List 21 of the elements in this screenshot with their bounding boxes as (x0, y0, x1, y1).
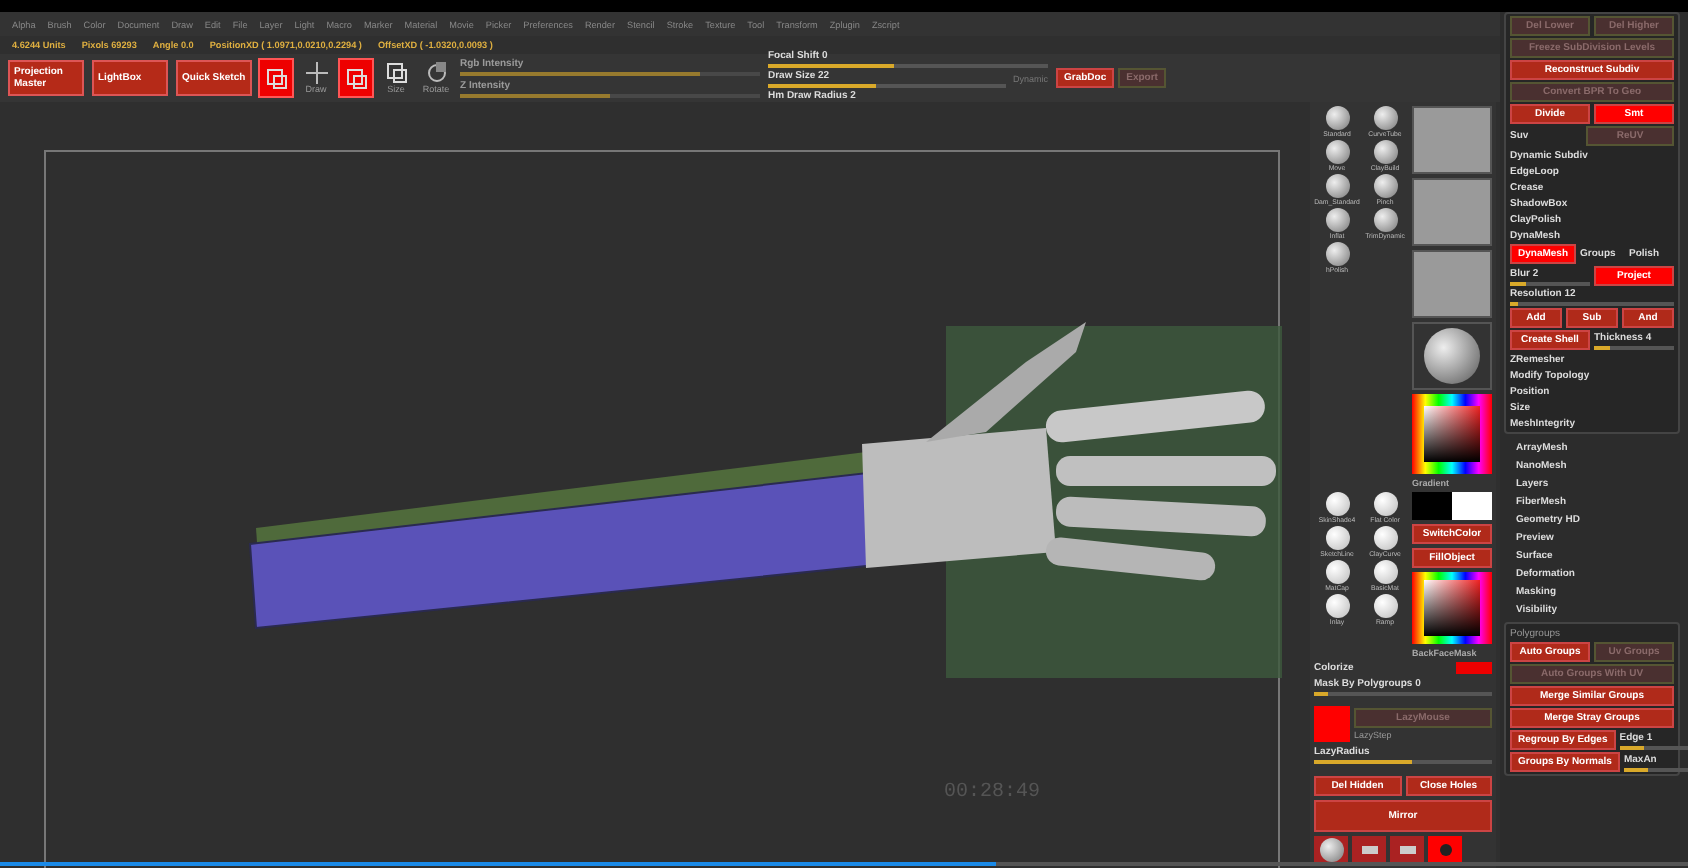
tool-button[interactable] (260, 60, 292, 96)
color-swatch[interactable] (1412, 492, 1452, 520)
tool-icon[interactable] (1314, 835, 1348, 864)
tool-icon (385, 62, 407, 84)
tool-icon (265, 67, 287, 89)
color-picker[interactable] (1412, 572, 1492, 644)
stroke-thumbnail[interactable] (1412, 106, 1492, 174)
tool-icon[interactable] (1428, 835, 1462, 864)
tool-button[interactable] (340, 60, 372, 96)
color-picker[interactable] (1412, 394, 1492, 474)
tool-icon[interactable] (1352, 835, 1386, 864)
texture-thumbnail[interactable] (1412, 250, 1492, 318)
tool-icon (345, 67, 367, 89)
alpha-thumbnail[interactable] (1412, 178, 1492, 246)
rotate-icon (425, 62, 447, 84)
color-swatch[interactable] (1452, 492, 1492, 520)
material-thumbnail[interactable] (1412, 322, 1492, 390)
tool-icon[interactable] (1390, 835, 1424, 864)
lazymouse-toggle[interactable] (1314, 706, 1350, 743)
colorize-toggle[interactable] (1456, 662, 1492, 674)
move-icon (305, 62, 327, 84)
